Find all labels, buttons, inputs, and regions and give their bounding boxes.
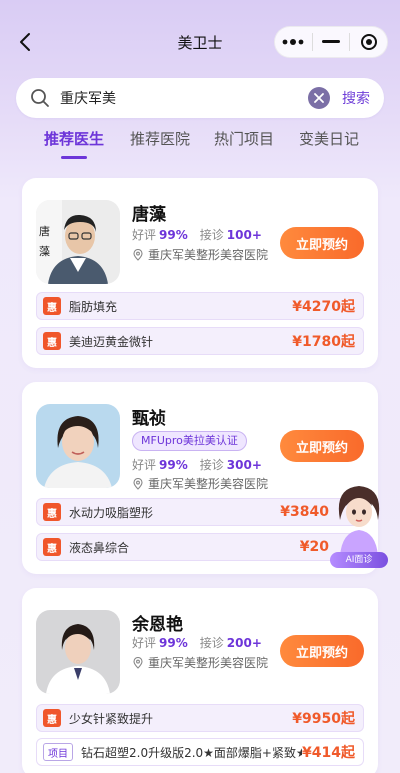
rating-label: 好评 <box>132 636 157 650</box>
doctor-avatar <box>36 610 120 694</box>
book-button[interactable]: 立即预约 <box>280 430 364 462</box>
doctor-name: 唐藻 <box>132 205 166 225</box>
discount-badge: 惠 <box>43 297 61 315</box>
mini-program-capsule <box>274 26 388 58</box>
close-target-icon[interactable] <box>350 27 387 57</box>
doctor-stats: 好评 99% 接诊 200+ <box>132 634 262 651</box>
visits-label: 接诊 <box>199 636 224 650</box>
doctor-hospital: 重庆军美整形美容医院 <box>132 246 268 263</box>
rating-label: 好评 <box>132 458 157 472</box>
service-name: 少女针紧致提升 <box>69 711 154 726</box>
discount-badge: 惠 <box>43 503 61 521</box>
certification-badge: MFUpro美拉美认证 <box>132 431 247 451</box>
service-item[interactable]: 惠 少女针紧致提升 ¥9950起 <box>36 704 364 732</box>
search-icon <box>30 88 50 108</box>
visits-value: 200+ <box>226 636 262 650</box>
doctor-hospital: 重庆军美整形美容医院 <box>132 654 268 671</box>
discount-badge: 惠 <box>43 709 61 727</box>
minimize-icon[interactable] <box>313 27 350 57</box>
rating-label: 好评 <box>132 228 157 242</box>
service-price: ¥9950起 <box>292 711 355 727</box>
top-bar: 美卫士 <box>0 0 400 84</box>
book-button[interactable]: 立即预约 <box>280 227 364 259</box>
rating-value: 99% <box>159 228 188 242</box>
hospital-name: 重庆军美整形美容医院 <box>148 477 269 491</box>
doctor-stats: 好评 99% 接诊 100+ <box>132 226 262 243</box>
active-tab-indicator <box>61 156 87 159</box>
service-price: ¥20 <box>299 539 329 555</box>
service-name: 钻石超塑2.0升级版2.0★面部爆脂+紧致★熳... <box>81 745 303 760</box>
discount-badge: 惠 <box>43 332 61 350</box>
doctor-card[interactable]: 甄祯 MFUpro美拉美认证 好评 99% 接诊 300+ 重庆军美整形美容医院 立即… <box>22 382 378 574</box>
service-price: ¥414起 <box>302 745 355 761</box>
location-icon <box>133 656 143 669</box>
search-bar[interactable]: 重庆军美 搜索 <box>16 78 384 118</box>
service-name: 脂肪填充 <box>69 299 118 314</box>
doctor-card[interactable]: 余恩艳 好评 99% 接诊 200+ 重庆军美整形美容医院 立即预约 惠 少女针紧致提… <box>22 588 378 773</box>
service-name: 液态鼻综合 <box>69 540 130 555</box>
service-price: ¥3840 <box>280 504 329 520</box>
service-item[interactable]: 惠 脂肪填充 ¥4270起 <box>36 292 364 320</box>
service-item[interactable]: 惠 水动力吸脂塑形 ¥3840 <box>36 498 364 526</box>
visits-value: 100+ <box>226 228 262 242</box>
doctor-name: 余恩艳 <box>132 615 183 635</box>
doctor-name: 甄祯 <box>132 409 166 429</box>
doctor-card[interactable]: 唐 藻 唐藻 好评 99% 接诊 100+ 重庆军美整形美容医院 立即预约 惠 脂肪填… <box>22 178 378 368</box>
service-item[interactable]: 项目 钻石超塑2.0升级版2.0★面部爆脂+紧致★熳... ¥414起 <box>36 738 364 766</box>
visits-label: 接诊 <box>199 458 224 472</box>
ai-assistant-avatar-icon <box>338 486 380 556</box>
service-item[interactable]: 惠 美迪迈黄金微针 ¥1780起 <box>36 327 364 355</box>
ai-consult-label: AI面诊 <box>330 552 388 568</box>
hospital-name: 重庆军美整形美容医院 <box>148 656 269 670</box>
doctor-avatar: 唐 藻 <box>36 200 120 284</box>
doctor-avatar <box>36 404 120 488</box>
tab-hot-projects[interactable]: 热门项目 <box>214 128 274 149</box>
more-icon[interactable] <box>275 27 312 57</box>
service-item[interactable]: 惠 液态鼻综合 ¥20 <box>36 533 364 561</box>
book-button[interactable]: 立即预约 <box>280 635 364 667</box>
location-icon <box>133 248 143 261</box>
service-price: ¥1780起 <box>292 334 355 350</box>
portrait-caption: 唐 藻 <box>39 225 50 258</box>
rating-value: 99% <box>159 636 188 650</box>
tab-recommended-doctors[interactable]: 推荐医生 <box>44 128 104 149</box>
clear-icon[interactable] <box>308 87 330 109</box>
location-icon <box>133 477 143 490</box>
hospital-name: 重庆军美整形美容医院 <box>148 248 269 262</box>
tab-beauty-diary[interactable]: 变美日记 <box>299 128 359 149</box>
rating-value: 99% <box>159 458 188 472</box>
service-name: 美迪迈黄金微针 <box>69 334 154 349</box>
visits-label: 接诊 <box>199 228 224 242</box>
visits-value: 300+ <box>226 458 262 472</box>
discount-badge: 惠 <box>43 538 61 556</box>
ai-consult-widget[interactable]: AI面诊 <box>326 480 392 570</box>
doctor-stats: 好评 99% 接诊 300+ <box>132 456 262 473</box>
category-tabs: 推荐医生 推荐医院 热门项目 变美日记 <box>0 128 400 162</box>
service-price: ¥4270起 <box>292 299 355 315</box>
search-button[interactable]: 搜索 <box>342 88 370 108</box>
doctor-hospital: 重庆军美整形美容医院 <box>132 475 268 492</box>
project-badge: 项目 <box>43 743 73 761</box>
search-input[interactable]: 重庆军美 <box>60 88 308 108</box>
service-name: 水动力吸脂塑形 <box>69 505 154 520</box>
tab-recommended-hospitals[interactable]: 推荐医院 <box>130 128 190 149</box>
